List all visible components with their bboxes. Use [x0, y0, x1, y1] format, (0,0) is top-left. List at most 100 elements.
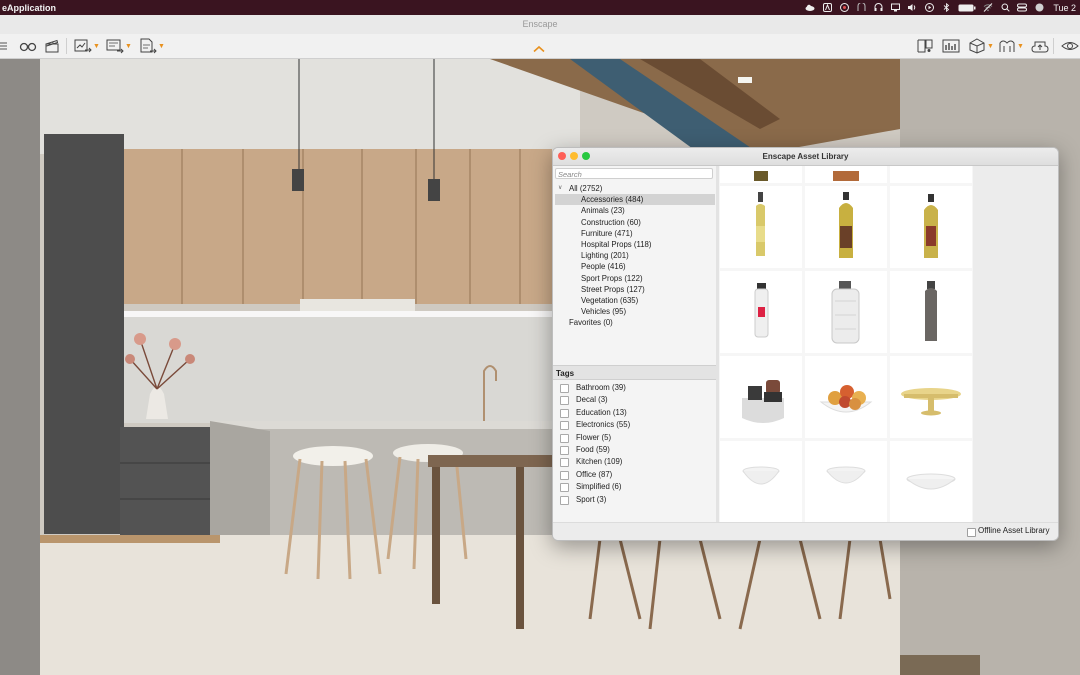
- chevron-down-icon[interactable]: ▼: [93, 43, 100, 50]
- asset-tile-bowl-1[interactable]: [720, 441, 802, 522]
- tree-item-accessories[interactable]: Accessories (484): [555, 194, 715, 206]
- tag-label: Decal (3): [576, 395, 608, 405]
- headphones-icon[interactable]: [873, 3, 883, 12]
- export-image-icon[interactable]: ▼: [74, 37, 100, 55]
- minimize-button[interactable]: [570, 152, 578, 160]
- tag-checkbox[interactable]: [560, 408, 569, 418]
- tag-checkbox[interactable]: [560, 384, 569, 393]
- asset-grid[interactable]: [719, 166, 973, 522]
- asset-tile-fruit-bowl[interactable]: [805, 356, 887, 438]
- tag-item[interactable]: Decal (3): [553, 394, 716, 406]
- chevron-down-icon[interactable]: ▼: [987, 43, 994, 50]
- tree-item-street-props[interactable]: Street Props (127): [555, 284, 715, 295]
- tree-item-people[interactable]: People (416): [555, 261, 715, 272]
- play-icon[interactable]: [924, 3, 934, 12]
- bluetooth-icon[interactable]: [941, 3, 951, 12]
- app-menu-name[interactable]: eApplication: [0, 3, 56, 13]
- tree-item-construction[interactable]: Construction (60): [555, 217, 715, 228]
- tag-checkbox[interactable]: [560, 495, 569, 505]
- tag-item[interactable]: Flower (5): [553, 432, 716, 444]
- asset-tile-oil-bottle-tall[interactable]: [890, 186, 972, 268]
- chevron-down-icon[interactable]: ▼: [1017, 43, 1024, 50]
- control-center-icon[interactable]: [1017, 3, 1028, 12]
- chevron-down-icon[interactable]: ∨: [558, 183, 562, 194]
- tree-item-animals[interactable]: Animals (23): [555, 205, 715, 216]
- tag-item[interactable]: Bathroom (39): [553, 382, 716, 394]
- asset-tile-sports-bottle[interactable]: [720, 271, 802, 353]
- tree-item-vegetation[interactable]: Vegetation (635): [555, 295, 715, 306]
- wifi-icon[interactable]: [983, 3, 993, 12]
- export-video-icon[interactable]: ▼: [106, 37, 132, 55]
- asset-tile-oil-bottle-label[interactable]: [805, 186, 887, 268]
- search-icon[interactable]: [1000, 3, 1010, 12]
- menu-bar: eApplication Tue 2: [0, 0, 1080, 15]
- tag-item[interactable]: Simplified (6): [553, 481, 716, 493]
- upload-icon[interactable]: [1031, 37, 1049, 55]
- cube-icon[interactable]: ▼: [968, 37, 994, 55]
- asset-library-footer: Offline Asset Library: [553, 522, 1058, 540]
- collapse-toolbar-arrow-icon[interactable]: [533, 45, 545, 53]
- tag-item[interactable]: Electronics (55): [553, 419, 716, 431]
- tag-label: Kitchen (109): [576, 457, 623, 467]
- chevron-down-icon[interactable]: ▼: [158, 43, 165, 50]
- tree-item-favorites[interactable]: Favorites (0): [555, 317, 715, 328]
- tree-item-vehicles[interactable]: Vehicles (95): [555, 306, 715, 317]
- asset-tile[interactable]: [805, 166, 887, 183]
- tag-item[interactable]: Education (13): [553, 407, 716, 419]
- tree-item-all[interactable]: ∨ All (2752): [555, 183, 715, 194]
- tag-checkbox[interactable]: [560, 396, 569, 406]
- eye-icon[interactable]: [1061, 37, 1079, 55]
- asset-library-icon[interactable]: [942, 37, 960, 55]
- tag-checkbox[interactable]: [560, 445, 569, 455]
- tag-item[interactable]: Sport (3): [553, 494, 716, 506]
- chevron-down-icon[interactable]: ▼: [125, 43, 132, 50]
- menu-clock[interactable]: Tue 2: [1053, 3, 1076, 13]
- display-icon[interactable]: [890, 3, 900, 12]
- zoom-button[interactable]: [582, 152, 590, 160]
- offline-library-checkbox[interactable]: [967, 528, 976, 537]
- tree-item-lighting[interactable]: Lighting (201): [555, 250, 715, 261]
- asset-tile-steel-bottle[interactable]: [890, 271, 972, 353]
- tree-item-sport-props[interactable]: Sport Props (122): [555, 273, 715, 284]
- tag-item[interactable]: Kitchen (109): [553, 456, 716, 468]
- asset-tile[interactable]: [890, 166, 972, 183]
- book-icon[interactable]: [916, 37, 934, 55]
- tag-label: Electronics (55): [576, 420, 631, 430]
- tag-checkbox[interactable]: [560, 483, 569, 493]
- a-icon[interactable]: [822, 3, 832, 12]
- asset-tile-pepper-mill-set[interactable]: [720, 356, 802, 438]
- vpn-icon[interactable]: [856, 3, 866, 12]
- tag-label: Flower (5): [576, 432, 612, 442]
- volume-icon[interactable]: [907, 3, 917, 12]
- list-icon[interactable]: [0, 37, 10, 55]
- export-panorama-icon[interactable]: ▼: [139, 37, 165, 55]
- material-editor-icon[interactable]: ▼: [998, 37, 1024, 55]
- battery-icon[interactable]: [958, 3, 976, 12]
- asset-tile-oil-bottle-small[interactable]: [720, 186, 802, 268]
- binoculars-icon[interactable]: [19, 37, 37, 55]
- asset-tile-bowl-3[interactable]: [890, 441, 972, 522]
- asset-tile[interactable]: [720, 166, 802, 183]
- tag-item[interactable]: Office (87): [553, 469, 716, 481]
- asset-tile-bowl-2[interactable]: [805, 441, 887, 522]
- search-input[interactable]: Search: [555, 168, 713, 179]
- tree-item-label: Sport Props (122): [581, 273, 643, 283]
- tree-item-furniture[interactable]: Furniture (471): [555, 228, 715, 239]
- tag-checkbox[interactable]: [560, 433, 569, 443]
- tree-item-hospital-props[interactable]: Hospital Props (118): [555, 239, 715, 250]
- asset-detail-panel: [974, 166, 1058, 522]
- tree-item-label: Animals (23): [581, 206, 625, 216]
- tag-item[interactable]: Food (59): [553, 444, 716, 456]
- offline-library-label[interactable]: Offline Asset Library: [978, 526, 1049, 535]
- clapper-icon[interactable]: [44, 37, 60, 55]
- asset-tile-water-jug[interactable]: [805, 271, 887, 353]
- chrome-icon[interactable]: [839, 3, 849, 12]
- tag-checkbox[interactable]: [560, 458, 569, 468]
- cloud-icon[interactable]: [805, 3, 815, 12]
- tag-checkbox[interactable]: [560, 421, 569, 431]
- asset-tile-cake-stand[interactable]: [890, 356, 972, 438]
- close-button[interactable]: [558, 152, 566, 160]
- siri-icon[interactable]: [1034, 3, 1044, 12]
- tag-checkbox[interactable]: [560, 470, 569, 480]
- asset-library-title-bar[interactable]: Enscape Asset Library: [553, 148, 1058, 166]
